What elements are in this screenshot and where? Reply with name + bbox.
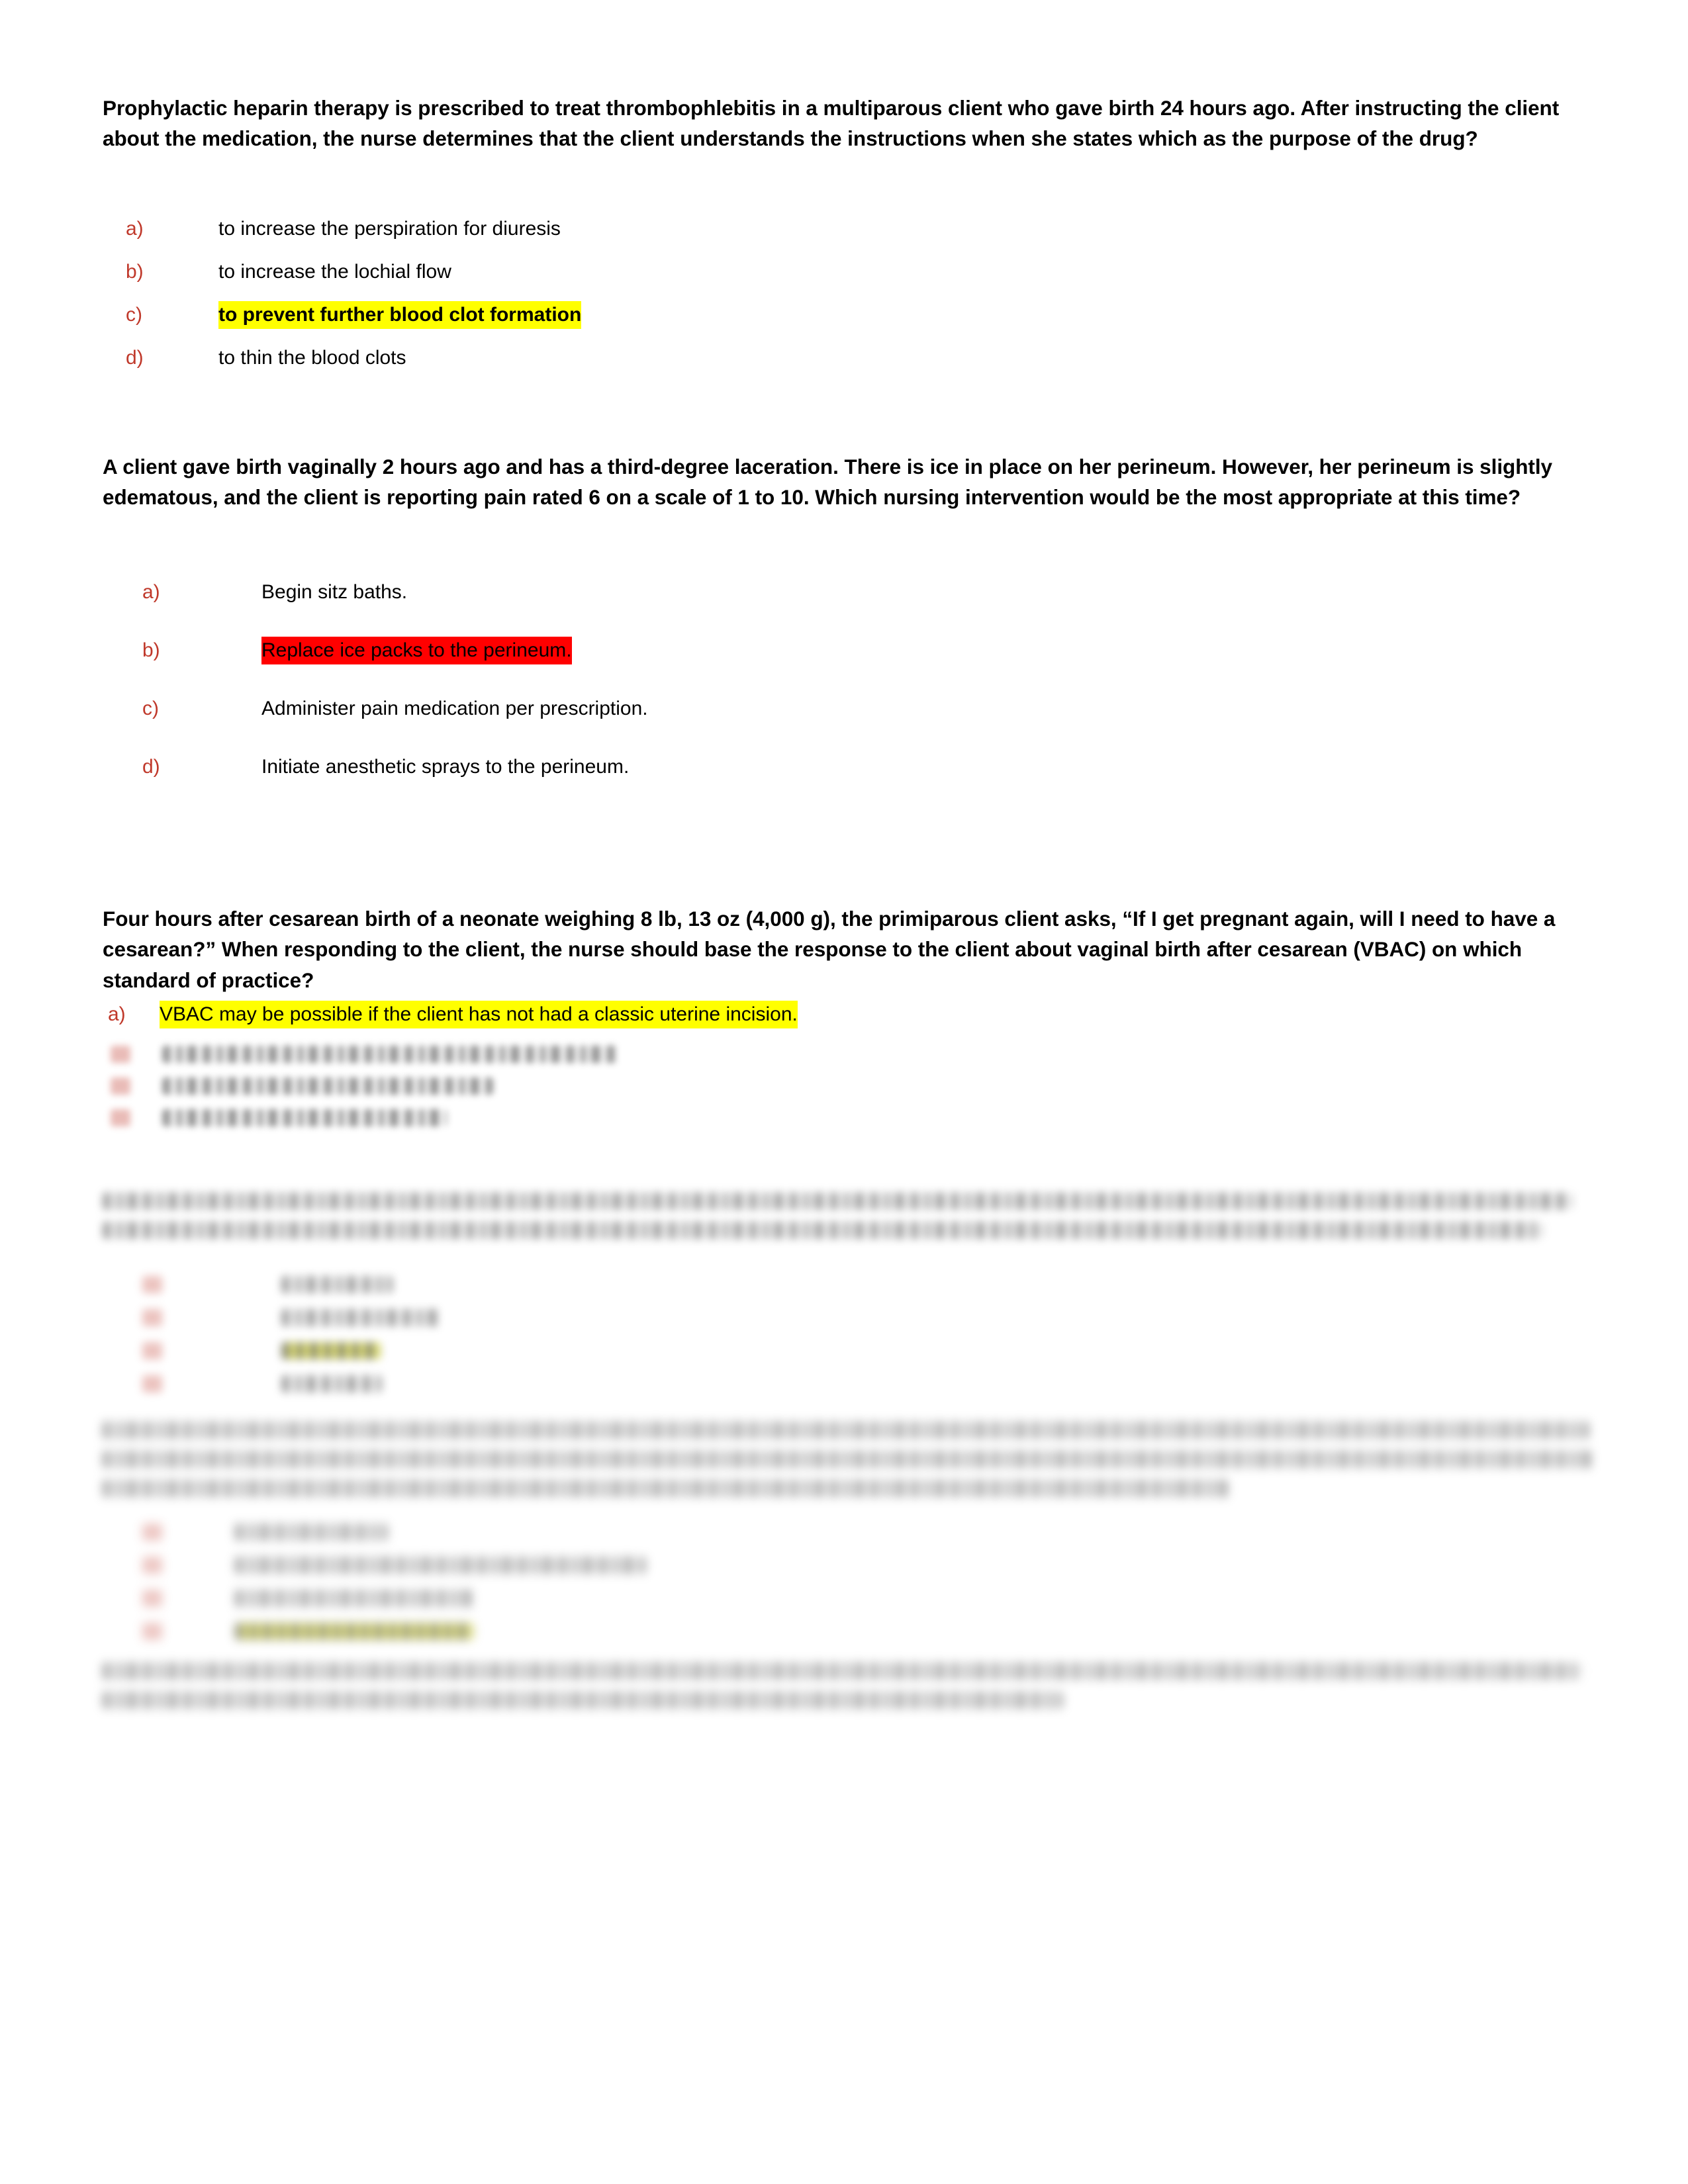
option-row[interactable]: c) to prevent further blood clot formati… [103, 300, 1575, 329]
option-letter [142, 1276, 162, 1294]
blurred-option-row[interactable] [103, 1046, 1575, 1064]
document-page: Prophylactic heparin therapy is prescrib… [0, 0, 1688, 2184]
blurred-text-line [103, 1480, 1228, 1498]
blurred-question-stem-6 [103, 1662, 1582, 1709]
option-text [235, 1557, 645, 1574]
option-text [162, 1109, 447, 1127]
option-row[interactable]: a) Begin sitz baths. [103, 578, 1575, 606]
option-text-highlighted [235, 1623, 473, 1641]
blurred-option-row[interactable] [103, 1309, 1575, 1327]
question-block-2: A client gave birth vaginally 2 hours ag… [103, 451, 1575, 782]
option-letter: c) [142, 698, 159, 720]
option-text [162, 1046, 619, 1064]
blurred-question-stem-4 [103, 1193, 1575, 1240]
option-text: to thin the blood clots [218, 346, 406, 369]
option-letter [111, 1046, 130, 1064]
option-letter [111, 1077, 130, 1095]
option-letter [142, 1309, 162, 1327]
blurred-option-row[interactable] [103, 1590, 1575, 1608]
blurred-text-line [103, 1222, 1542, 1240]
option-text: Administer pain medication per prescript… [261, 698, 648, 720]
option-text: to increase the lochial flow [218, 260, 451, 283]
question-block-3: Four hours after cesarean birth of a neo… [103, 903, 1575, 1127]
option-row[interactable]: b) Replace ice packs to the perineum. [103, 637, 1575, 665]
option-letter [142, 1342, 162, 1360]
option-text-highlighted: VBAC may be possible if the client has n… [160, 1001, 798, 1029]
option-text: to increase the perspiration for diuresi… [218, 217, 561, 240]
option-text [281, 1276, 393, 1294]
option-text: Begin sitz baths. [261, 581, 408, 604]
blurred-option-row[interactable] [103, 1077, 1575, 1095]
blurred-option-row[interactable] [103, 1375, 1575, 1393]
blurred-option-row[interactable] [103, 1342, 1575, 1360]
option-letter: b) [142, 639, 160, 662]
option-text-highlighted: Replace ice packs to the perineum. [261, 637, 572, 665]
blurred-text-line [103, 1193, 1572, 1210]
blurred-question-stem-5 [103, 1422, 1592, 1498]
blurred-option-list-q3 [103, 1046, 1575, 1127]
option-letter [111, 1109, 130, 1127]
option-letter: b) [126, 260, 144, 283]
option-letter: c) [126, 303, 142, 326]
option-text: Initiate anesthetic sprays to the perine… [261, 756, 630, 778]
option-text [162, 1077, 493, 1095]
question-stem: A client gave birth vaginally 2 hours ag… [103, 454, 1553, 509]
blurred-option-row[interactable] [103, 1524, 1575, 1541]
option-row[interactable]: a) VBAC may be possible if the client ha… [103, 1001, 1575, 1029]
option-text [281, 1309, 440, 1327]
option-text [235, 1590, 473, 1608]
blurred-option-row[interactable] [103, 1276, 1575, 1294]
blurred-option-row[interactable] [103, 1557, 1575, 1574]
option-letter: a) [126, 217, 144, 240]
option-letter: d) [126, 346, 144, 369]
question-block-1: Prophylactic heparin therapy is prescrib… [103, 93, 1575, 372]
option-list: a) Begin sitz baths. b) Replace ice pack… [103, 578, 1575, 781]
option-list: a) to increase the perspiration for diur… [103, 215, 1575, 372]
option-letter: a) [142, 581, 160, 604]
question-stem: Prophylactic heparin therapy is prescrib… [103, 96, 1560, 151]
option-row[interactable]: d) to thin the blood clots [103, 344, 1575, 372]
option-letter [142, 1557, 162, 1574]
option-row[interactable]: b) to increase the lochial flow [103, 258, 1575, 286]
blurred-text-line [103, 1692, 1062, 1709]
option-row[interactable]: d) Initiate anesthetic sprays to the per… [103, 753, 1575, 781]
blurred-text-line [103, 1451, 1592, 1469]
question-stem: Four hours after cesarean birth of a neo… [103, 907, 1556, 992]
option-text [235, 1524, 387, 1541]
option-letter [142, 1623, 162, 1641]
blurred-option-row[interactable] [103, 1623, 1575, 1641]
option-letter [142, 1590, 162, 1608]
option-text [281, 1375, 382, 1393]
option-text-highlighted: to prevent further blood clot formation [218, 300, 582, 329]
option-letter [142, 1375, 162, 1393]
option-letter [142, 1524, 162, 1541]
blurred-option-list-5 [103, 1524, 1575, 1641]
blurred-option-list-4 [103, 1276, 1575, 1393]
option-list: a) VBAC may be possible if the client ha… [103, 1001, 1575, 1029]
option-row[interactable]: a) to increase the perspiration for diur… [103, 215, 1575, 243]
option-text-highlighted [281, 1342, 381, 1360]
blurred-option-row[interactable] [103, 1109, 1575, 1127]
option-row[interactable]: c) Administer pain medication per prescr… [103, 695, 1575, 723]
blurred-text-line [103, 1662, 1582, 1680]
blurred-text-line [103, 1422, 1589, 1439]
option-letter: d) [142, 756, 160, 778]
option-letter: a) [108, 1003, 126, 1026]
